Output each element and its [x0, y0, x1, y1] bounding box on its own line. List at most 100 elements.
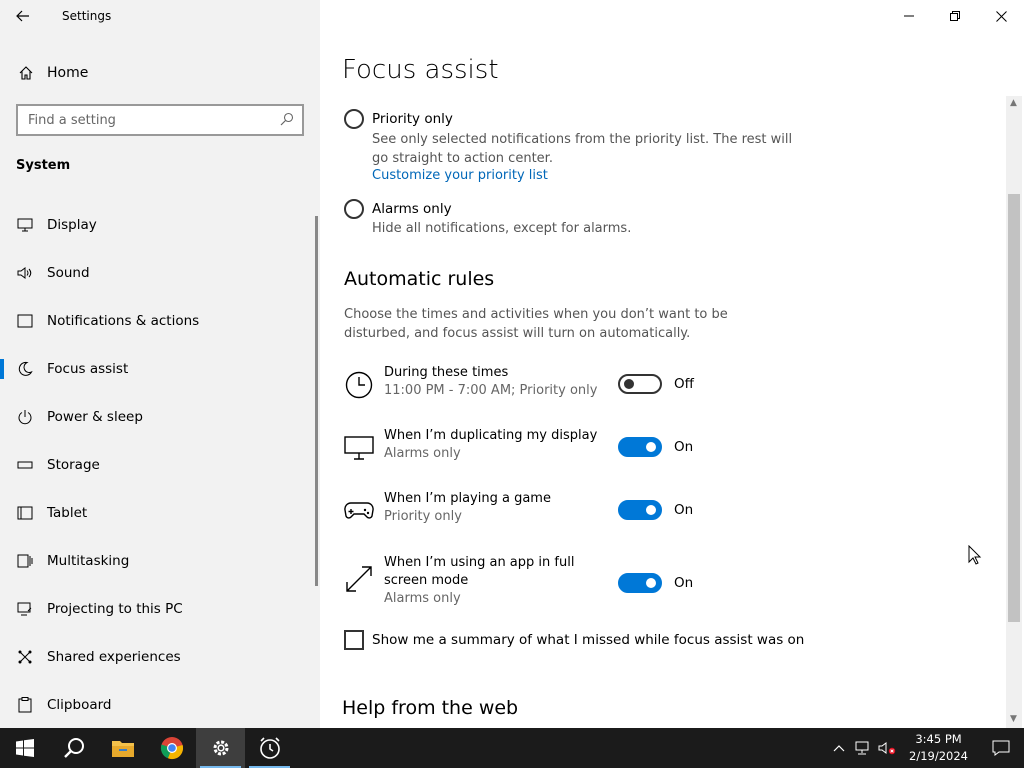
- section-title: System: [16, 158, 71, 173]
- sidebar-item-label: Multitasking: [47, 553, 130, 569]
- automatic-rules-description: Choose the times and activities when you…: [344, 307, 728, 341]
- sidebar-item-clipboard[interactable]: Clipboard: [0, 681, 316, 729]
- restore-icon: [950, 11, 960, 21]
- radio-alarms-only[interactable]: Alarms only: [344, 199, 452, 219]
- radio-label: Alarms only: [372, 201, 452, 217]
- toggle-knob: [646, 578, 656, 588]
- search-taskbar-button[interactable]: [49, 728, 98, 768]
- clock-date: 2/19/2024: [909, 749, 968, 763]
- power-icon: [16, 408, 34, 426]
- rule-toggle[interactable]: [618, 573, 662, 593]
- rule-name: When I’m using an app in full screen mod…: [384, 555, 575, 588]
- sidebar-item-tablet[interactable]: Tablet: [0, 489, 316, 537]
- rule-sub: Priority only: [384, 509, 462, 524]
- back-button[interactable]: [0, 0, 46, 32]
- rule-name: When I’m duplicating my display: [384, 428, 598, 443]
- folder-icon: [111, 741, 134, 757]
- toggle-state: Off: [674, 376, 694, 392]
- sidebar-item-storage[interactable]: Storage: [0, 441, 316, 489]
- monitor-icon: [16, 216, 34, 234]
- automatic-rules-heading: Automatic rules: [344, 268, 495, 290]
- chrome-button[interactable]: [147, 728, 196, 768]
- rule-playing-game: When I’m playing a game Priority only On: [344, 490, 744, 550]
- action-center-button[interactable]: [978, 728, 1024, 768]
- rule-full-screen: When I’m using an app in full screen mod…: [344, 554, 744, 614]
- rule-sub: Alarms only: [384, 591, 461, 606]
- search-input[interactable]: [28, 112, 280, 128]
- priority-description: See only selected notifications from the…: [372, 132, 793, 166]
- alarms-clock-button[interactable]: [245, 728, 294, 768]
- help-heading: Help from the web: [342, 697, 519, 719]
- projecting-icon: [16, 600, 34, 618]
- alarm-clock-icon: [259, 737, 280, 759]
- toggle-state: On: [674, 439, 694, 455]
- customize-priority-link[interactable]: Customize your priority list: [372, 168, 548, 183]
- summary-checkbox-label: Show me a summary of what I missed while…: [372, 632, 805, 648]
- tablet-icon: [16, 504, 34, 522]
- fullscreen-icon: [344, 564, 374, 594]
- sidebar: Settings Home System Display Sound Notif…: [0, 0, 320, 728]
- sidebar-item-power-sleep[interactable]: Power & sleep: [0, 393, 316, 441]
- chrome-icon: [160, 737, 183, 760]
- storage-icon: [16, 456, 34, 474]
- sidebar-item-label: Shared experiences: [47, 649, 181, 665]
- sidebar-scrollbar[interactable]: [315, 216, 318, 586]
- gamepad-icon: [344, 496, 374, 526]
- radio-button[interactable]: [344, 109, 364, 129]
- multitasking-icon: [16, 552, 34, 570]
- toggle-state: On: [674, 575, 694, 591]
- rule-toggle[interactable]: [618, 437, 662, 457]
- network-button[interactable]: [851, 728, 875, 768]
- rule-during-these-times: During these times 11:00 PM - 7:00 AM; P…: [344, 364, 744, 424]
- sidebar-item-sound[interactable]: Sound: [0, 249, 316, 297]
- rule-toggle[interactable]: [618, 374, 662, 394]
- show-hidden-icons-button[interactable]: [827, 728, 851, 768]
- file-explorer-button[interactable]: [98, 728, 147, 768]
- sidebar-item-notifications[interactable]: Notifications & actions: [0, 297, 316, 345]
- window-controls: [886, 0, 1024, 32]
- radio-priority-only[interactable]: Priority only: [344, 109, 453, 129]
- radio-label: Priority only: [372, 111, 453, 127]
- speaker-icon: [16, 264, 34, 282]
- minimize-icon: [904, 15, 914, 17]
- sidebar-item-label: Tablet: [47, 505, 88, 521]
- sidebar-item-projecting[interactable]: Projecting to this PC: [0, 585, 316, 633]
- network-icon: [855, 741, 869, 755]
- sidebar-item-display[interactable]: Display: [0, 201, 316, 249]
- mouse-cursor-icon: [968, 544, 982, 569]
- sidebar-item-multitasking[interactable]: Multitasking: [0, 537, 316, 585]
- start-button[interactable]: [0, 728, 49, 768]
- scroll-down-icon[interactable]: ▼: [1010, 714, 1017, 724]
- volume-muted-icon: [878, 742, 896, 755]
- summary-checkbox-row[interactable]: Show me a summary of what I missed while…: [344, 630, 804, 650]
- restore-button[interactable]: [932, 0, 978, 32]
- volume-button[interactable]: [875, 728, 899, 768]
- taskbar-clock[interactable]: 3:45 PM 2/19/2024: [899, 731, 978, 765]
- sidebar-item-label: Clipboard: [47, 697, 112, 713]
- minimize-button[interactable]: [886, 0, 932, 32]
- notification-icon: [16, 312, 34, 330]
- clipboard-icon: [16, 696, 34, 714]
- radio-button[interactable]: [344, 199, 364, 219]
- home-link[interactable]: Home: [0, 57, 320, 89]
- sidebar-item-shared-experiences[interactable]: Shared experiences: [0, 633, 316, 681]
- summary-checkbox[interactable]: [344, 630, 364, 650]
- search-icon[interactable]: [280, 111, 294, 130]
- search-box[interactable]: [16, 104, 304, 136]
- toggle-knob: [624, 379, 634, 389]
- rule-toggle[interactable]: [618, 500, 662, 520]
- system-tray: 3:45 PM 2/19/2024: [827, 728, 1024, 768]
- display-icon: [344, 433, 374, 463]
- scroll-up-icon[interactable]: ▲: [1010, 98, 1017, 108]
- sidebar-item-label: Focus assist: [47, 361, 129, 377]
- scrollbar-thumb[interactable]: [1008, 194, 1020, 622]
- shared-icon: [16, 648, 34, 666]
- sidebar-item-label: Power & sleep: [47, 409, 143, 425]
- sidebar-item-focus-assist[interactable]: Focus assist: [0, 345, 316, 393]
- close-button[interactable]: [978, 0, 1024, 32]
- page-title: Focus assist: [342, 55, 499, 85]
- main-content: Focus assist Priority only See only sele…: [320, 0, 1024, 728]
- home-label: Home: [47, 65, 89, 81]
- settings-taskbar-button[interactable]: [196, 728, 245, 768]
- rule-duplicating-display: When I’m duplicating my display Alarms o…: [344, 427, 744, 487]
